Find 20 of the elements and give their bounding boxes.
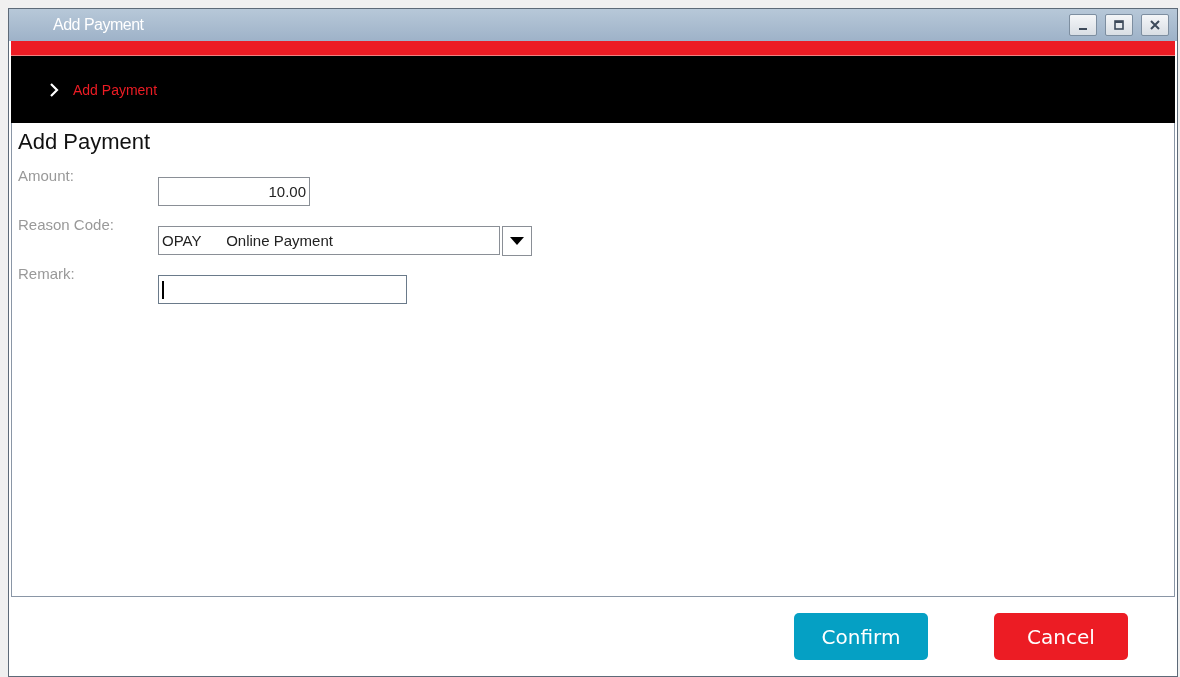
confirm-button[interactable]: Confirm	[794, 613, 928, 660]
chevron-icon	[49, 81, 59, 98]
form-heading: Add Payment	[18, 129, 152, 155]
field-label: Amount:	[18, 167, 75, 184]
caret-icon	[510, 236, 524, 245]
breadcrumb-item[interactable]: Add Payment	[73, 81, 158, 98]
close-icon	[1149, 19, 1161, 31]
remark-field[interactable]	[158, 275, 407, 304]
dropdown-button[interactable]	[502, 225, 532, 256]
amount-field[interactable]: 10.00	[158, 177, 310, 206]
cancel-button[interactable]: Cancel	[994, 613, 1128, 660]
window-title: Add Payment	[53, 16, 144, 34]
field-label: Remark:	[18, 265, 76, 282]
maximize-icon	[1113, 19, 1125, 31]
minimize-icon	[1079, 28, 1087, 30]
reason-dropdown[interactable]: OPAY Online Payment	[158, 225, 500, 255]
close-button[interactable]	[1141, 14, 1169, 36]
maximize-button[interactable]	[1105, 14, 1133, 36]
minimize-button[interactable]	[1069, 14, 1097, 36]
field-label: Reason Code:	[18, 216, 115, 233]
